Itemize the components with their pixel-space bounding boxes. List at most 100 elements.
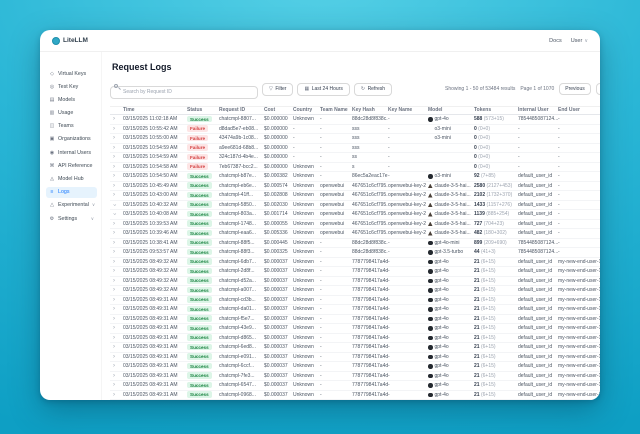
refresh-button[interactable]: ↻ Refresh [354,83,392,96]
next-page-button[interactable]: Next [596,83,600,95]
docs-link[interactable]: Docs [549,38,562,44]
table-row[interactable]: › 03/15/2025 10:54:58 AM Failure 7eb6738… [110,163,600,173]
table-row[interactable]: › 03/15/2025 08:49:32 AM Success chatcmp… [110,277,600,287]
table-row[interactable]: › 03/15/2025 11:02:18 AM Success chatcmp… [110,115,600,125]
filter-button[interactable]: ▽ Filter [262,83,293,96]
cell-time: 03/15/2025 08:49:31 AM [123,373,187,379]
sidebar-item-usage[interactable]: ▥ Usage [46,108,97,119]
table-row[interactable]: › 03/15/2025 10:39:46 AM Success chatcmp… [110,229,600,239]
expand-chevron-icon[interactable]: › [113,287,115,293]
table-row[interactable]: › 03/15/2025 08:49:32 AM Success chatcmp… [110,267,600,277]
expand-chevron-icon[interactable]: › [113,221,115,227]
table-row[interactable]: › 03/15/2025 09:53:57 AM Success chatcmp… [110,248,600,258]
sidebar-item-model-hub[interactable]: ◬ Model Hub [46,174,97,185]
sidebar-item-test-key[interactable]: ◎ Test Key [46,81,97,92]
table-row[interactable]: › 03/15/2025 08:49:32 AM Success chatcmp… [110,258,600,268]
cell-model: gpt-4o [428,392,474,398]
table-row[interactable]: › 03/15/2025 08:49:31 AM Success chatcmp… [110,372,600,382]
cell-internal-user: default_user_id [518,354,558,360]
table-row[interactable]: › 03/15/2025 08:49:31 AM Success chatcmp… [110,391,600,401]
expand-chevron-icon[interactable]: › [113,316,115,322]
expand-chevron-icon[interactable]: › [113,145,115,151]
expand-chevron-icon[interactable]: › [113,249,115,255]
table-row[interactable]: › 03/15/2025 08:49:31 AM Success chatcmp… [110,296,600,306]
sidebar-item-internal-users[interactable]: ◉ Internal Users [46,147,97,158]
status-badge: Success [187,249,212,256]
expand-chevron-icon[interactable]: › [113,325,115,331]
table-row[interactable]: › 03/15/2025 08:49:31 AM Success chatcmp… [110,334,600,344]
expand-chevron-icon[interactable]: › [113,278,115,284]
table-row[interactable]: › 03/15/2025 08:49:31 AM Success chatcmp… [110,353,600,363]
sidebar-item-virtual-keys[interactable]: ◇ Virtual Keys [46,68,97,79]
expand-chevron-icon[interactable]: › [113,382,115,388]
expand-chevron-icon[interactable]: › [113,164,115,170]
expand-chevron-icon[interactable]: › [113,230,115,236]
expand-chevron-icon[interactable]: › [113,259,115,265]
sidebar-item-experimental[interactable]: △ Experimental ∨ [46,200,97,211]
expand-chevron-icon[interactable]: › [113,135,115,141]
table-row[interactable]: › 03/15/2025 10:54:59 AM Failure 324c187… [110,153,600,163]
cell-cost: $0.000000 [264,116,293,122]
cell-team-name: - [320,278,352,284]
expand-chevron-icon[interactable]: › [113,173,115,179]
cell-tokens: 0 (0+0) [474,126,518,132]
expand-chevron-icon[interactable]: › [113,240,115,246]
expand-chevron-icon[interactable]: › [113,335,115,341]
table-row[interactable]: › 03/15/2025 10:38:41 AM Success chatcmp… [110,239,600,249]
table-row[interactable]: › 03/15/2025 10:45:49 AM Success chatcmp… [110,182,600,192]
cell-key-name: openwebui-key-2 [388,192,428,198]
expand-chevron-icon[interactable]: › [113,268,115,274]
table-row[interactable]: › 03/15/2025 10:40:32 AM Success chatcmp… [110,201,600,211]
expand-chevron-icon[interactable]: › [113,126,115,132]
expand-chevron-icon[interactable]: › [113,373,115,379]
expand-chevron-icon[interactable]: › [113,183,115,189]
expand-chevron-icon[interactable]: › [111,213,117,215]
cell-key-name: openwebui-key-2 [388,221,428,227]
expand-chevron-icon[interactable]: › [113,192,115,198]
table-row[interactable]: › 03/15/2025 08:49:31 AM Success chatcmp… [110,343,600,353]
expand-chevron-icon[interactable]: › [111,204,117,206]
table-row[interactable]: › 03/15/2025 10:54:59 AM Failure a9ee681… [110,144,600,154]
table-row[interactable]: › 03/15/2025 08:49:31 AM Success chatcmp… [110,381,600,391]
user-menu[interactable]: User ∨ [571,38,588,44]
table-row[interactable]: › 03/15/2025 08:49:31 AM Success chatcmp… [110,324,600,334]
sidebar-item-organizations[interactable]: ▣ Organizations [46,134,97,145]
sidebar-item-logs[interactable]: ≡ Logs [46,187,97,198]
table-row[interactable]: › 03/15/2025 10:55:00 AM Failure 43474a9… [110,134,600,144]
cell-tokens: 21 (6+15) [474,344,518,350]
expand-chevron-icon[interactable]: › [113,363,115,369]
expand-chevron-icon[interactable]: › [113,344,115,350]
search-input[interactable] [110,86,258,99]
cell-key-hash: 7787798417a4d... [352,363,388,369]
table-row[interactable]: › 03/15/2025 10:55:42 AM Failure d8dad5e… [110,125,600,135]
table-row[interactable]: › 03/15/2025 10:39:53 AM Success chatcmp… [110,220,600,230]
expand-chevron-icon[interactable]: › [113,306,115,312]
expand-chevron-icon[interactable]: › [113,297,115,303]
cell-country: Unknown [293,164,320,170]
expand-chevron-icon[interactable]: › [113,154,115,160]
table-row[interactable]: › 03/15/2025 08:49:31 AM Success chatcmp… [110,315,600,325]
table-row[interactable]: › 03/15/2025 10:43:00 AM Success chatcmp… [110,191,600,201]
table-row[interactable]: › 03/15/2025 08:49:32 AM Success chatcmp… [110,286,600,296]
cell-tokens: 21 (6+15) [474,316,518,322]
table-row[interactable]: › 03/15/2025 10:40:08 AM Success chatcmp… [110,210,600,220]
expand-chevron-icon[interactable]: › [113,392,115,398]
cell-time: 03/15/2025 10:38:41 AM [123,240,187,246]
table-row[interactable]: › 03/15/2025 08:49:31 AM Success chatcmp… [110,305,600,315]
table-row[interactable]: › 03/15/2025 10:54:50 AM Success chatcmp… [110,172,600,182]
sidebar-item-models[interactable]: ▤ Models [46,94,97,105]
sidebar-item-api-reference[interactable]: ⌘ API Reference [46,160,97,171]
expand-chevron-icon[interactable]: › [113,354,115,360]
status-badge: Success [187,277,212,284]
experimental-icon: △ [49,202,55,208]
previous-page-button[interactable]: Previous [559,83,590,95]
cell-key-hash: 467651c6cf795... [352,230,388,236]
table-row[interactable]: › 03/15/2025 08:49:31 AM Success chatcmp… [110,362,600,372]
pagination: Showing 1 - 50 of 53484 results Page 1 o… [445,83,600,95]
cell-tokens: 21 (6+15) [474,306,518,312]
sidebar-item-settings[interactable]: ⚙ Settings ∨ [46,213,97,224]
status-badge: Success [187,334,212,341]
expand-chevron-icon[interactable]: › [113,116,115,122]
sidebar-item-teams[interactable]: ◫ Teams [46,121,97,132]
time-range-button[interactable]: ▦ Last 24 Hours [297,83,349,96]
